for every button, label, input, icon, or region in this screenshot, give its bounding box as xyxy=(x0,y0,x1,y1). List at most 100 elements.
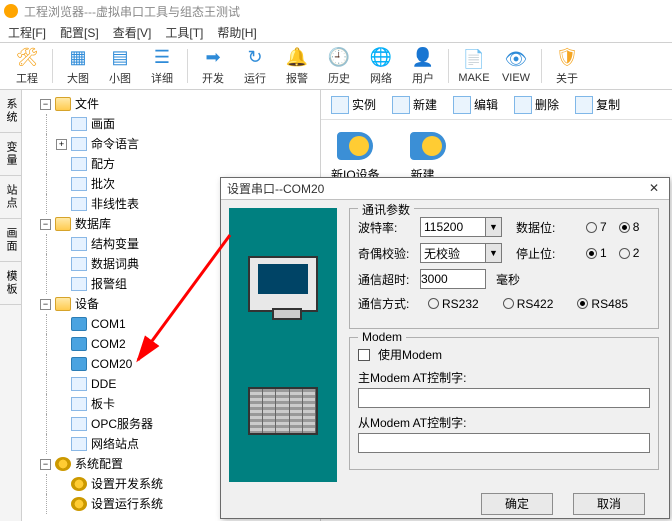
dialog-illustration xyxy=(229,208,337,482)
expander-icon[interactable]: − xyxy=(40,299,51,310)
ok-button[interactable]: 确定 xyxy=(481,493,553,515)
rt-instance[interactable]: 实例 xyxy=(327,94,380,116)
parity-combo[interactable]: ▼ xyxy=(420,243,502,263)
bell-icon: 🔔 xyxy=(286,46,308,68)
menu-config[interactable]: 配置[S] xyxy=(60,24,99,41)
grid-small-icon: ▤ xyxy=(109,46,131,68)
batch-icon xyxy=(71,177,87,191)
tool-network[interactable]: 🌐网络 xyxy=(360,44,402,88)
cancel-button[interactable]: 取消 xyxy=(573,493,645,515)
arrow-loop-icon: ↻ xyxy=(244,46,266,68)
window-titlebar: 工程浏览器---虚拟串口工具与组态王测试 xyxy=(0,0,672,22)
tool-run[interactable]: ↻运行 xyxy=(234,44,276,88)
chevron-down-icon[interactable]: ▼ xyxy=(486,243,502,263)
rt-delete[interactable]: 删除 xyxy=(510,94,563,116)
expander-icon[interactable]: + xyxy=(56,139,67,150)
tree-cfgdev[interactable]: 设置开发系统 xyxy=(91,474,163,494)
stopbits-1-radio[interactable]: 1 xyxy=(586,246,607,260)
dialog-titlebar[interactable]: 设置串口--COM20 ✕ xyxy=(221,178,669,200)
tree-netsite[interactable]: 网络站点 xyxy=(91,434,139,454)
device-icon xyxy=(337,132,373,160)
tree-file[interactable]: 文件 xyxy=(75,94,99,114)
tool-project[interactable]: 🛠工程 xyxy=(6,44,48,88)
card-icon xyxy=(71,397,87,411)
tree-screen[interactable]: 画面 xyxy=(91,114,115,134)
sub-at-label: 从Modem AT控制字: xyxy=(358,414,466,431)
tree-card[interactable]: 板卡 xyxy=(91,394,115,414)
tool-big-icons[interactable]: ▦大图 xyxy=(57,44,99,88)
tree-com2[interactable]: COM2 xyxy=(91,334,126,354)
tool-view[interactable]: 👁VIEW xyxy=(495,44,537,88)
new-generic[interactable]: 新建... xyxy=(410,132,446,183)
comm-params-group: 通讯参数 波特率: ▼ 数据位: 7 8 奇偶校验: ▼ 停止位: 1 2 通信… xyxy=(349,208,659,329)
doc-icon: 📄 xyxy=(463,48,485,70)
sidetab-site[interactable]: 站点 xyxy=(0,176,21,219)
tool-history[interactable]: 🕘历史 xyxy=(318,44,360,88)
rs422-radio[interactable]: RS422 xyxy=(503,297,554,311)
use-modem-checkbox[interactable] xyxy=(358,349,370,361)
expander-icon[interactable]: − xyxy=(40,219,51,230)
tree-cmdlang[interactable]: 命令语言 xyxy=(91,134,139,154)
tree-structvar[interactable]: 结构变量 xyxy=(91,234,139,254)
sidetab-screen[interactable]: 画面 xyxy=(0,219,21,262)
tree-nonlinear[interactable]: 非线性表 xyxy=(91,194,139,214)
tool-detail[interactable]: ☰详细 xyxy=(141,44,183,88)
sidetab-variable[interactable]: 变量 xyxy=(0,133,21,176)
rt-copy[interactable]: 复制 xyxy=(571,94,624,116)
baud-input[interactable] xyxy=(420,217,486,237)
parity-input[interactable] xyxy=(420,243,486,263)
rs485-radio[interactable]: RS485 xyxy=(577,297,628,311)
timeout-input[interactable] xyxy=(420,269,486,289)
expander-icon[interactable]: − xyxy=(40,459,51,470)
tree-recipe[interactable]: 配方 xyxy=(91,154,115,174)
rt-edit[interactable]: 编辑 xyxy=(449,94,502,116)
menu-help[interactable]: 帮助[H] xyxy=(217,24,256,41)
stopbits-2-radio[interactable]: 2 xyxy=(619,246,640,260)
user-icon: 👤 xyxy=(412,46,434,68)
baud-combo[interactable]: ▼ xyxy=(420,217,502,237)
menu-project[interactable]: 工程[F] xyxy=(8,24,46,41)
tool-user[interactable]: 👤用户 xyxy=(402,44,444,88)
sidetab-system[interactable]: 系统 xyxy=(0,90,21,133)
serial-port-dialog: 设置串口--COM20 ✕ 通讯参数 波特率: ▼ 数据位: 7 8 奇偶校验:… xyxy=(220,177,670,519)
tree-syscfg[interactable]: 系统配置 xyxy=(75,454,123,474)
rs232-radio[interactable]: RS232 xyxy=(428,297,479,311)
tree-com20[interactable]: COM20 xyxy=(91,354,132,374)
close-icon[interactable]: ✕ xyxy=(645,181,663,197)
mode-label: 通信方式: xyxy=(358,295,416,312)
tool-alarm[interactable]: 🔔报警 xyxy=(276,44,318,88)
rt-new[interactable]: 新建 xyxy=(388,94,441,116)
menu-view[interactable]: 查看[V] xyxy=(113,24,152,41)
baud-label: 波特率: xyxy=(358,219,416,236)
tree-device[interactable]: 设备 xyxy=(75,294,99,314)
databits-8-radio[interactable]: 8 xyxy=(619,220,640,234)
globe-icon: 🌐 xyxy=(370,46,392,68)
databits-7-radio[interactable]: 7 xyxy=(586,220,607,234)
tree-opc[interactable]: OPC服务器 xyxy=(91,414,153,434)
tool-develop[interactable]: ➡开发 xyxy=(192,44,234,88)
device-icon xyxy=(410,132,446,160)
timeout-unit: 毫秒 xyxy=(496,271,520,288)
databits-label: 数据位: xyxy=(516,219,574,236)
tool-make[interactable]: 📄MAKE xyxy=(453,44,495,88)
sub-at-input[interactable] xyxy=(358,433,650,453)
timeout-label: 通信超时: xyxy=(358,271,416,288)
menu-tools[interactable]: 工具[T] xyxy=(165,24,203,41)
tree-db[interactable]: 数据库 xyxy=(75,214,111,234)
tree-cfgrun[interactable]: 设置运行系统 xyxy=(91,494,163,514)
main-at-input[interactable] xyxy=(358,388,650,408)
alarm-icon xyxy=(71,277,87,291)
sidetab-template[interactable]: 模板 xyxy=(0,262,21,305)
tool-small-icons[interactable]: ▤小图 xyxy=(99,44,141,88)
tree-alarmgrp[interactable]: 报警组 xyxy=(91,274,127,294)
chevron-down-icon[interactable]: ▼ xyxy=(486,217,502,237)
tree-dict[interactable]: 数据词典 xyxy=(91,254,139,274)
monitor-icon xyxy=(248,256,318,312)
new-io-device[interactable]: 新IO设备 xyxy=(331,132,380,183)
tool-about[interactable]: 🛡关于 xyxy=(546,44,588,88)
tree-com1[interactable]: COM1 xyxy=(91,314,126,334)
tree-dde[interactable]: DDE xyxy=(91,374,116,394)
folder-icon xyxy=(55,217,71,231)
expander-icon[interactable]: − xyxy=(40,99,51,110)
tree-batch[interactable]: 批次 xyxy=(91,174,115,194)
